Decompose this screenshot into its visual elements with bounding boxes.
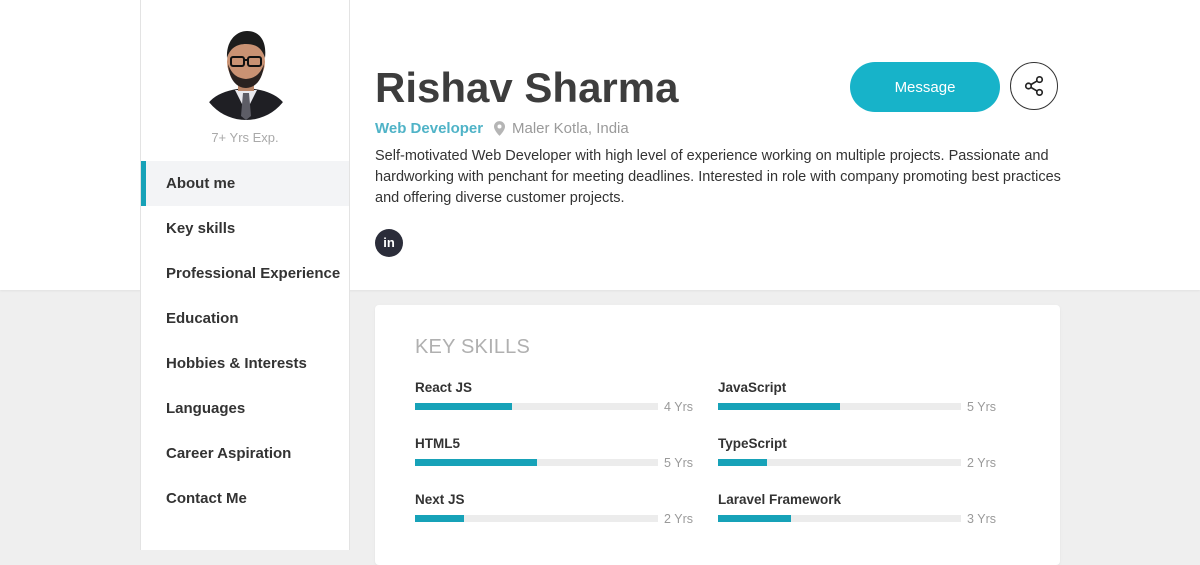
skill-item: Next JS 2 Yrs [415,492,693,532]
skill-progress-bar [415,403,658,410]
skill-years: 2 Yrs [664,512,693,526]
skill-item: TypeScript 2 Yrs [718,436,996,476]
skill-item: HTML5 5 Yrs [415,436,693,476]
skill-years: 5 Yrs [664,456,693,470]
skill-name: TypeScript [718,436,787,451]
message-button[interactable]: Message [850,62,1000,112]
sidebar: 7+ Yrs Exp. About me Key skills Profession… [140,0,350,550]
skill-progress-bar [718,459,961,466]
skill-name: JavaScript [718,380,787,395]
skill-progress-fill [718,403,840,410]
sidebar-item-about-me[interactable]: About me [141,161,349,206]
skill-years: 5 Yrs [967,400,996,414]
experience-label: 7+ Yrs Exp. [211,130,279,145]
location-pin-icon [494,121,505,136]
avatar-image [199,26,293,120]
skill-item: Laravel Framework 3 Yrs [718,492,996,532]
skill-years: 2 Yrs [967,456,996,470]
sidebar-nav: About me Key skills Professional Experienc… [141,161,349,521]
linkedin-icon[interactable]: in [375,229,403,257]
skill-progress-bar [718,403,961,410]
skill-item: React JS 4 Yrs [415,380,693,420]
skill-progress-fill [415,515,464,522]
profile-role: Web Developer [375,120,484,137]
sidebar-item-key-skills[interactable]: Key skills [141,206,349,251]
sidebar-item-languages[interactable]: Languages [141,386,349,431]
sidebar-item-education[interactable]: Education [141,296,349,341]
skill-years: 3 Yrs [967,512,996,526]
skill-progress-fill [718,515,791,522]
sidebar-item-professional-experience[interactable]: Professional Experience [141,251,349,296]
skill-progress-bar [415,515,658,522]
skill-item: JavaScript 5 Yrs [718,380,996,420]
share-icon [1024,76,1044,96]
skill-progress-fill [415,459,537,466]
location-text: Maler Kotla, India [512,120,629,137]
skill-name: HTML5 [415,436,460,451]
avatar [199,26,293,120]
skill-name: React JS [415,380,473,395]
sidebar-item-contact-me[interactable]: Contact Me [141,476,349,521]
profile-location: Maler Kotla, India [494,120,629,137]
key-skills-title: KEY SKILLS [415,336,531,358]
profile-name: Rishav Sharma [375,64,679,111]
skill-progress-bar [415,459,658,466]
profile-bio: Self-motivated Web Developer with high l… [375,148,1061,206]
skill-progress-bar [718,515,961,522]
skill-name: Next JS [415,492,465,507]
skill-progress-fill [415,403,513,410]
sidebar-item-career-aspiration[interactable]: Career Aspiration [141,431,349,476]
skill-progress-fill [718,459,767,466]
share-button[interactable] [1010,62,1058,110]
sidebar-item-hobbies-interests[interactable]: Hobbies & Interests [141,341,349,386]
skill-years: 4 Yrs [664,400,693,414]
skill-name: Laravel Framework [718,492,842,507]
key-skills-card: KEY SKILLS React JS 4 Yrs JavaScript 5 Yrs H… [375,305,1060,565]
